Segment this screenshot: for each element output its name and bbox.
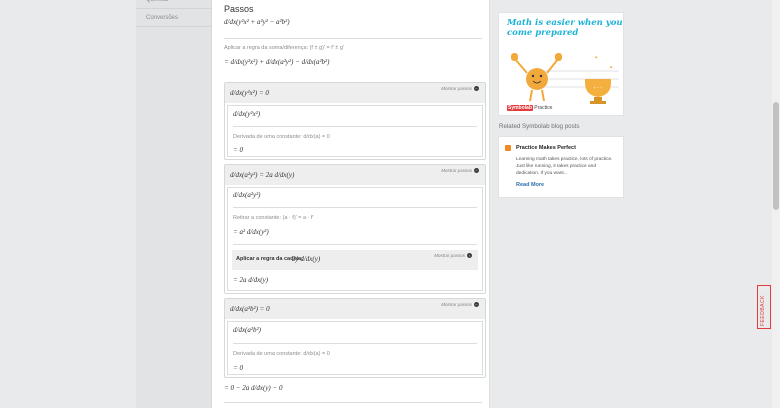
step-result: = 0	[233, 146, 243, 154]
rule-text: Retirar a constante: (a · f)′ = a · f′	[233, 215, 314, 221]
page-scrollbar[interactable]	[772, 0, 780, 408]
step-equation: d/dx(a²y²)	[233, 191, 261, 199]
rule-text: Derivada de uma constante: d/dx(a) = 0	[233, 351, 330, 357]
step-equation: d/dx(y²x²)	[233, 110, 261, 118]
step-box-header[interactable]: d/dx(a²b²) = 0 Mostrar passos −	[225, 299, 485, 319]
blog-post-card[interactable]: Practice Makes Perfect Learning math tak…	[498, 136, 624, 198]
nav-item-chemistry[interactable]: Química	[136, 0, 211, 9]
blog-icon	[505, 145, 511, 151]
step-box-header[interactable]: d/dx(y²x²) = 0 Mostrar passos −	[225, 83, 485, 103]
scrollbar-thumb[interactable]	[773, 102, 779, 210]
divider	[224, 38, 482, 39]
svg-text:✦: ✦	[609, 65, 613, 71]
minus-circle-icon: −	[474, 168, 479, 173]
step-box-content: d/dx(a²y²) Retirar a constante: (a · f)′…	[227, 187, 483, 291]
step-box-3: d/dx(a²b²) = 0 Mostrar passos − d/dx(a²b…	[224, 298, 486, 378]
final-expression: = 0 − 2a d/dx(y) − 0	[224, 384, 283, 392]
show-steps-button[interactable]: Mostrar passos −	[441, 168, 479, 173]
left-nav: Química Conversões	[136, 0, 212, 408]
steps-panel: Passos d/dx(y²x² + a²y² − a²b²) Aplicar …	[212, 0, 490, 408]
step-box-content: d/dx(y²x²) Derivada de uma constante: d/…	[227, 105, 483, 157]
expanded-line: = d/dx(y²x²) + d/dx(a²y²) − d/dx(a²b²)	[224, 58, 330, 66]
svg-text:+ − ÷: + − ÷	[593, 85, 603, 90]
svg-text:✦: ✦	[594, 55, 598, 61]
blog-post-title[interactable]: Practice Makes Perfect	[516, 145, 576, 151]
step-box-equation: d/dx(y²x²) = 0	[230, 89, 269, 97]
step-box-1: d/dx(y²x²) = 0 Mostrar passos − d/dx(y²x…	[224, 82, 486, 160]
step-box-content: d/dx(a²b²) Derivada de uma constante: d/…	[227, 321, 483, 375]
feedback-label: FEEDBACK	[760, 295, 766, 326]
step-box-2: d/dx(a²y²) = 2a d/dx(y) Mostrar passos −…	[224, 164, 486, 294]
show-steps-button[interactable]: Mostrar passos −	[441, 302, 479, 307]
show-steps-label: Mostrar passos	[434, 253, 465, 258]
symbolab-practice-logo: Symbolab Practice	[507, 105, 553, 111]
show-steps-label: Mostrar passos	[441, 86, 472, 91]
step-box-header[interactable]: d/dx(a²y²) = 2a d/dx(y) Mostrar passos −	[225, 165, 485, 185]
steps-title: Passos	[224, 4, 254, 14]
divider	[233, 126, 477, 127]
step-result: = 0	[233, 364, 243, 372]
mascot-illustration: ✦ ✦ ✦ + − ÷	[511, 53, 619, 104]
chain-rule-expression: 2y d/dx(y)	[292, 255, 321, 263]
divider	[233, 207, 477, 208]
step-intermediate: = a² d/dx(y²)	[233, 228, 269, 236]
practice-promo-card[interactable]: Math is easier when you come prepared ✦ ✦…	[498, 12, 624, 116]
blog-post-excerpt: Learning math takes practice, lots of pr…	[516, 157, 613, 176]
minus-circle-icon: −	[474, 302, 479, 307]
chain-rule-row[interactable]: Aplicar a regra da cadeia: 2y d/dx(y) Mo…	[232, 250, 478, 270]
minus-circle-icon: −	[474, 86, 479, 91]
show-steps-label: Mostrar passos	[441, 168, 472, 173]
step-box-equation: d/dx(a²y²) = 2a d/dx(y)	[230, 171, 295, 179]
step-box-equation: d/dx(a²b²) = 0	[230, 305, 270, 313]
show-steps-label: Mostrar passos	[441, 302, 472, 307]
sum-rule-text: Aplicar a regra da soma/diferença: (f ± …	[224, 45, 344, 51]
expression-line: d/dx(y²x² + a²y² − a²b²)	[224, 18, 290, 26]
nav-item-conversions[interactable]: Conversões	[136, 9, 211, 27]
rule-text: Derivada de uma constante: d/dx(a) = 0	[233, 134, 330, 140]
arrow-right-circle-icon: ›	[467, 253, 472, 258]
show-steps-button[interactable]: Mostrar passos −	[441, 86, 479, 91]
related-posts-heading: Related Symbolab blog posts	[499, 123, 580, 130]
read-more-link[interactable]: Read More	[516, 182, 544, 188]
divider	[224, 402, 482, 403]
step-equation: d/dx(a²b²)	[233, 326, 261, 334]
divider	[233, 244, 477, 245]
feedback-tab[interactable]: FEEDBACK	[757, 285, 771, 329]
divider	[233, 343, 477, 344]
show-steps-button[interactable]: Mostrar passos ›	[434, 253, 472, 258]
step-result: = 2a d/dx(y)	[233, 276, 269, 284]
